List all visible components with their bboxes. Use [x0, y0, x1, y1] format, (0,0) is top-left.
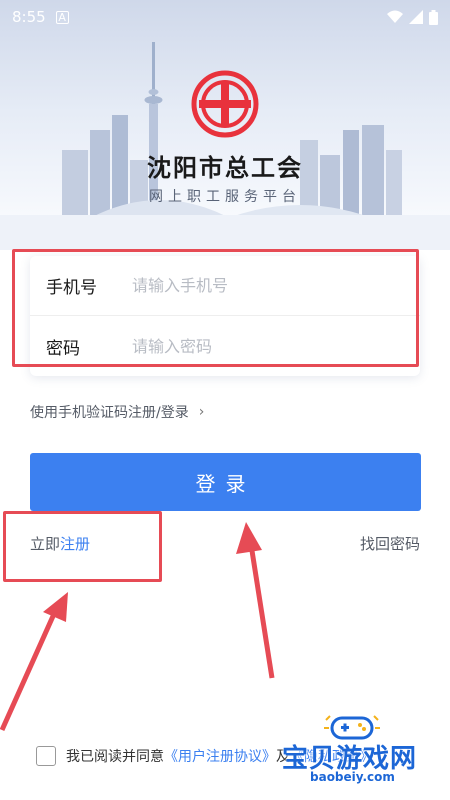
wifi-icon: [387, 10, 403, 23]
sms-login-link[interactable]: 使用手机验证码注册/登录 ›: [30, 402, 204, 422]
platform-subtitle: 网上职工服务平台: [149, 189, 301, 205]
agreement-checkbox[interactable]: [36, 746, 56, 766]
chevron-right-icon: ›: [198, 404, 205, 420]
status-bar: 8:55 A: [0, 0, 450, 34]
annotation-arrow-center: [247, 537, 275, 679]
status-time: 8:55: [12, 8, 46, 26]
status-indicators: [387, 9, 438, 25]
org-name: 沈阳市总工会: [147, 154, 303, 182]
annotation-box-register: [3, 511, 162, 582]
notification-icon: A: [55, 10, 69, 24]
annotation-arrowhead-center: [236, 522, 262, 554]
watermark-url: baobeiy.com: [310, 770, 395, 784]
site-watermark: 宝贝游戏网 baobeiy.com: [272, 712, 442, 792]
signal-icon: [409, 10, 423, 24]
annotation-arrow-left: [0, 603, 61, 732]
annotation-arrowhead-left: [43, 592, 68, 622]
agreement-prefix: 我已阅读并同意: [66, 749, 164, 765]
user-agreement-link[interactable]: 《用户注册协议》: [164, 746, 276, 766]
hero-banner: 沈阳市总工会 网上职工服务平台: [0, 0, 450, 250]
login-button[interactable]: 登录: [30, 453, 421, 511]
battery-icon: [429, 9, 438, 25]
forgot-password-link[interactable]: 找回密码: [360, 533, 420, 554]
annotation-box-form: [12, 249, 419, 367]
union-logo: [191, 70, 259, 138]
sms-login-label: 使用手机验证码注册/登录: [30, 405, 189, 421]
